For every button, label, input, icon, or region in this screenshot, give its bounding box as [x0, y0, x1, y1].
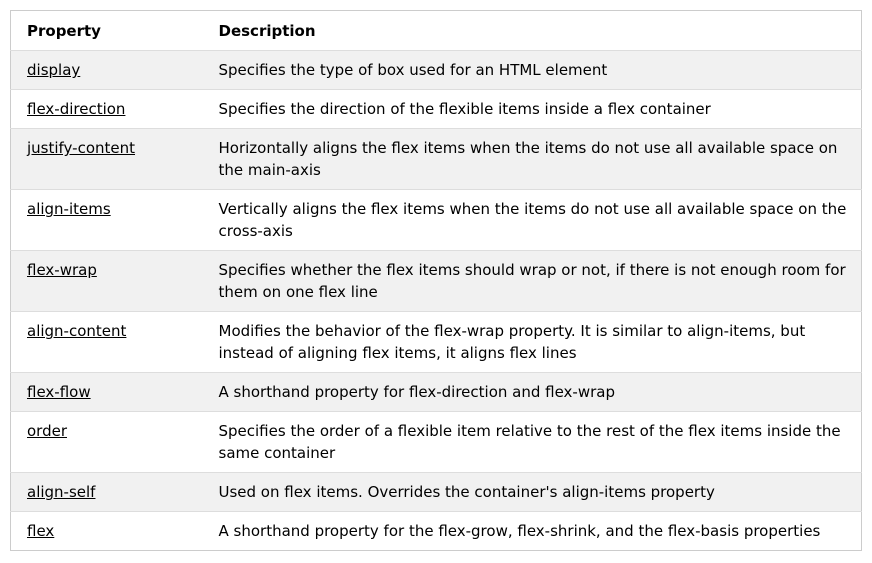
description-cell: Specifies the order of a flexible item r… [214, 411, 862, 473]
description-cell: Specifies whether the flex items should … [214, 250, 862, 312]
description-cell: Used on flex items. Overrides the contai… [214, 472, 862, 512]
property-link[interactable]: align-self [27, 483, 95, 501]
property-cell: display [10, 50, 215, 90]
property-link[interactable]: flex-flow [27, 383, 91, 401]
property-link[interactable]: align-content [27, 322, 126, 340]
description-cell: Horizontally aligns the flex items when … [214, 128, 862, 190]
property-cell: align-items [10, 189, 215, 251]
property-cell: flex-wrap [10, 250, 215, 312]
column-header-description: Description [214, 10, 862, 51]
table-row: display Specifies the type of box used fo… [10, 50, 862, 90]
table-row: align-self Used on flex items. Overrides … [10, 472, 862, 512]
property-cell: align-content [10, 311, 215, 373]
property-cell: align-self [10, 472, 215, 512]
table-row: flex-direction Specifies the direction of… [10, 89, 862, 129]
property-cell: order [10, 411, 215, 473]
property-link[interactable]: justify-content [27, 139, 135, 157]
table-row: align-items Vertically aligns the flex it… [10, 189, 862, 251]
column-header-property: Property [10, 10, 215, 51]
description-cell: A shorthand property for the flex-grow, … [214, 511, 862, 551]
property-cell: justify-content [10, 128, 215, 190]
property-cell: flex-flow [10, 372, 215, 412]
table-row: align-content Modifies the behavior of th… [10, 311, 862, 373]
property-cell: flex [10, 511, 215, 551]
description-cell: A shorthand property for flex-direction … [214, 372, 862, 412]
description-cell: Vertically aligns the flex items when th… [214, 189, 862, 251]
description-cell: Modifies the behavior of the flex-wrap p… [214, 311, 862, 373]
table-row: flex A shorthand property for the flex-gr… [10, 511, 862, 551]
description-cell: Specifies the type of box used for an HT… [214, 50, 862, 90]
flexbox-properties-table: Property Description display Specifies th… [10, 10, 862, 551]
table-row: flex-wrap Specifies whether the flex item… [10, 250, 862, 312]
property-link[interactable]: align-items [27, 200, 111, 218]
table-header-row: Property Description [10, 10, 862, 51]
property-link[interactable]: flex [27, 522, 54, 540]
property-link[interactable]: display [27, 61, 80, 79]
table-row: flex-flow A shorthand property for flex-d… [10, 372, 862, 412]
description-cell: Specifies the direction of the flexible … [214, 89, 862, 129]
table-row: order Specifies the order of a flexible i… [10, 411, 862, 473]
table-body: display Specifies the type of box used fo… [10, 50, 862, 551]
property-link[interactable]: flex-wrap [27, 261, 97, 279]
property-link[interactable]: flex-direction [27, 100, 125, 118]
property-cell: flex-direction [10, 89, 215, 129]
property-link[interactable]: order [27, 422, 67, 440]
table-row: justify-content Horizontally aligns the f… [10, 128, 862, 190]
